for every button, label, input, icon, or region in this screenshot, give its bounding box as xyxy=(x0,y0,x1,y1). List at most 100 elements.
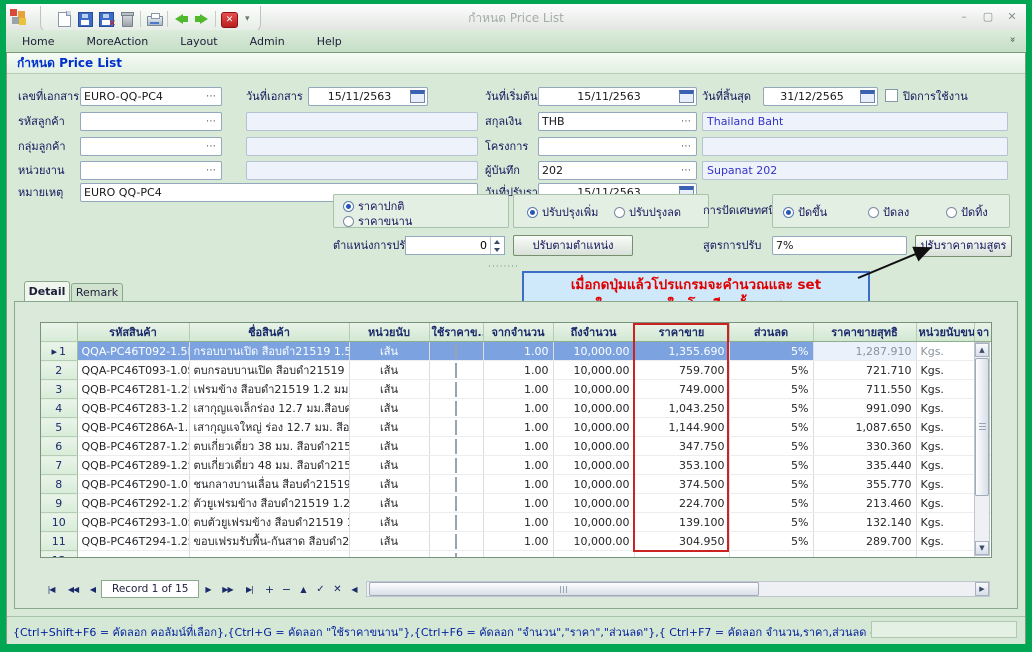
cell-unit[interactable]: เส้น xyxy=(349,532,429,551)
cell-discount[interactable] xyxy=(729,551,813,559)
recorder-field[interactable]: ⋯ xyxy=(538,161,697,180)
cell-unit[interactable]: เส้น xyxy=(349,399,429,418)
cell-use-parallel[interactable] xyxy=(429,342,483,361)
cell-to-qty[interactable]: 10,000.00 xyxy=(553,380,634,399)
calendar-icon[interactable] xyxy=(679,90,694,103)
col-header-product-name[interactable]: ชื่อสินค้า xyxy=(189,323,349,342)
use-parallel-checkbox[interactable] xyxy=(455,534,457,549)
cell-unit[interactable]: เส้น xyxy=(349,456,429,475)
cell-sell-price[interactable]: 1,144.900 xyxy=(634,418,729,437)
cell-discount[interactable]: 5% xyxy=(729,361,813,380)
cell-discount[interactable]: 5% xyxy=(729,399,813,418)
cell-discount[interactable]: 5% xyxy=(729,380,813,399)
cell-parallel-unit[interactable]: Kgs. xyxy=(916,399,974,418)
cell-net-price[interactable]: 711.550 xyxy=(813,380,916,399)
project-field[interactable]: ⋯ xyxy=(538,137,697,156)
tab-remark[interactable]: Remark xyxy=(71,283,123,301)
cell-unit[interactable]: เส้น xyxy=(349,494,429,513)
cell-to-qty[interactable]: 10,000.00 xyxy=(553,494,634,513)
use-parallel-checkbox[interactable] xyxy=(455,363,457,378)
use-parallel-checkbox[interactable] xyxy=(455,382,457,397)
position-spinner[interactable] xyxy=(405,236,505,255)
cell-unit[interactable] xyxy=(349,551,429,559)
cell-net-price[interactable]: 991.090 xyxy=(813,399,916,418)
grid-row[interactable]: ▸6 QQB-PC46T287-1.2S ตบเกี่ยวเดี่ยว 38 ม… xyxy=(41,437,991,456)
cell-net-price[interactable]: 1,087.650 xyxy=(813,418,916,437)
cell-net-price[interactable]: 213.460 xyxy=(813,494,916,513)
cell-parallel-unit[interactable]: Kgs. xyxy=(916,418,974,437)
cell-product-code[interactable] xyxy=(77,551,189,559)
cell-discount[interactable]: 5% xyxy=(729,437,813,456)
adjust-by-position-button[interactable]: ปรับตามตำแหน่ง xyxy=(513,235,633,256)
cell-sell-price[interactable]: 1,043.250 xyxy=(634,399,729,418)
calendar-icon[interactable] xyxy=(410,90,425,103)
cell-to-qty[interactable]: 10,000.00 xyxy=(553,456,634,475)
nav-append-button[interactable]: + xyxy=(260,581,277,597)
cell-from-qty[interactable]: 1.00 xyxy=(483,361,553,380)
col-header-unit[interactable]: หน่วยนับ xyxy=(349,323,429,342)
cell-product-code[interactable]: QQB-PC46T286A-1.2H xyxy=(77,418,189,437)
grid-row[interactable]: ▸8 QQB-PC46T290-1.0H ชนกลางบานเลื่อน สีอ… xyxy=(41,475,991,494)
nav-next-page-button[interactable]: ▶▶ xyxy=(216,581,238,597)
cell-use-parallel[interactable] xyxy=(429,437,483,456)
nav-first-button[interactable]: |◀ xyxy=(40,581,62,597)
cell-to-qty[interactable]: 10,000.00 xyxy=(553,342,634,361)
col-header-use-parallel[interactable]: ใช้ราคาข... xyxy=(429,323,483,342)
cell-from-qty[interactable]: 1.00 xyxy=(483,418,553,437)
cell-net-price[interactable]: 335.440 xyxy=(813,456,916,475)
col-header-net-price[interactable]: ราคาขายสุทธิ xyxy=(813,323,916,342)
row-indicator-cell[interactable]: ▸3 xyxy=(41,380,77,399)
cell-sell-price[interactable]: 1,355.690 xyxy=(634,342,729,361)
cell-to-qty[interactable]: 10,000.00 xyxy=(553,532,634,551)
cell-parallel-unit[interactable]: Kgs. xyxy=(916,380,974,399)
cell-use-parallel[interactable] xyxy=(429,399,483,418)
grid-row[interactable]: ▸12 xyxy=(41,551,991,559)
col-header-from-qty[interactable]: จากจำนวน xyxy=(483,323,553,342)
menu-layout[interactable]: Layout xyxy=(164,32,233,51)
cell-unit[interactable]: เส้น xyxy=(349,418,429,437)
department-field[interactable]: ⋯ xyxy=(80,161,222,180)
row-indicator-cell[interactable]: ▸8 xyxy=(41,475,77,494)
col-header-sell-price[interactable]: ราคาขาย xyxy=(634,323,729,342)
scroll-up-icon[interactable]: ▲ xyxy=(975,343,989,357)
use-parallel-checkbox[interactable] xyxy=(455,477,457,492)
grid-vertical-scrollbar[interactable]: ▲ ▼ xyxy=(974,342,990,556)
hscroll-left-icon[interactable]: ◀ xyxy=(345,581,362,597)
start-date-field[interactable] xyxy=(538,87,697,106)
cell-parallel-unit[interactable]: Kgs. xyxy=(916,361,974,380)
cell-use-parallel[interactable] xyxy=(429,380,483,399)
cell-product-name[interactable]: ชนกลางบานเลื่อน สีอบดำ21519 1... xyxy=(189,475,349,494)
grid-row[interactable]: ▸3 QQB-PC46T281-1.2S เฟรมข้าง สีอบดำ2151… xyxy=(41,380,991,399)
cell-discount[interactable]: 5% xyxy=(729,494,813,513)
col-header-parallel-unit[interactable]: หน่วยนับขนาน xyxy=(916,323,974,342)
customer-group-lookup-icon[interactable]: ⋯ xyxy=(202,142,221,152)
use-parallel-checkbox[interactable] xyxy=(455,439,457,454)
cell-use-parallel[interactable] xyxy=(429,513,483,532)
row-indicator-cell[interactable]: ▸9 xyxy=(41,494,77,513)
cell-from-qty[interactable]: 1.00 xyxy=(483,532,553,551)
spin-up-icon[interactable] xyxy=(491,237,504,246)
recorder-lookup-icon[interactable]: ⋯ xyxy=(677,166,696,176)
spin-down-icon[interactable] xyxy=(491,246,504,255)
cell-parallel-unit[interactable]: Kgs. xyxy=(916,456,974,475)
doc-no-lookup-icon[interactable]: ⋯ xyxy=(202,92,221,102)
nav-cancel-button[interactable]: ✕ xyxy=(328,581,345,597)
cell-use-parallel[interactable] xyxy=(429,551,483,559)
cell-discount[interactable]: 5% xyxy=(729,475,813,494)
cell-discount[interactable]: 5% xyxy=(729,456,813,475)
col-header-product-code[interactable]: รหัสสินค้า xyxy=(77,323,189,342)
cell-to-qty[interactable]: 10,000.00 xyxy=(553,475,634,494)
cell-from-qty[interactable]: 1.00 xyxy=(483,399,553,418)
cell-use-parallel[interactable] xyxy=(429,418,483,437)
cell-parallel-unit[interactable]: Kgs. xyxy=(916,513,974,532)
customer-code-field[interactable]: ⋯ xyxy=(80,112,222,131)
col-header-discount[interactable]: ส่วนลด xyxy=(729,323,813,342)
row-indicator-cell[interactable]: ▸2 xyxy=(41,361,77,380)
maximize-button[interactable]: ▢ xyxy=(980,10,996,23)
cell-sell-price[interactable]: 347.750 xyxy=(634,437,729,456)
cell-to-qty[interactable]: 10,000.00 xyxy=(553,399,634,418)
cell-unit[interactable]: เส้น xyxy=(349,342,429,361)
cell-product-name[interactable] xyxy=(189,551,349,559)
cell-use-parallel[interactable] xyxy=(429,456,483,475)
use-parallel-checkbox[interactable] xyxy=(455,344,457,359)
